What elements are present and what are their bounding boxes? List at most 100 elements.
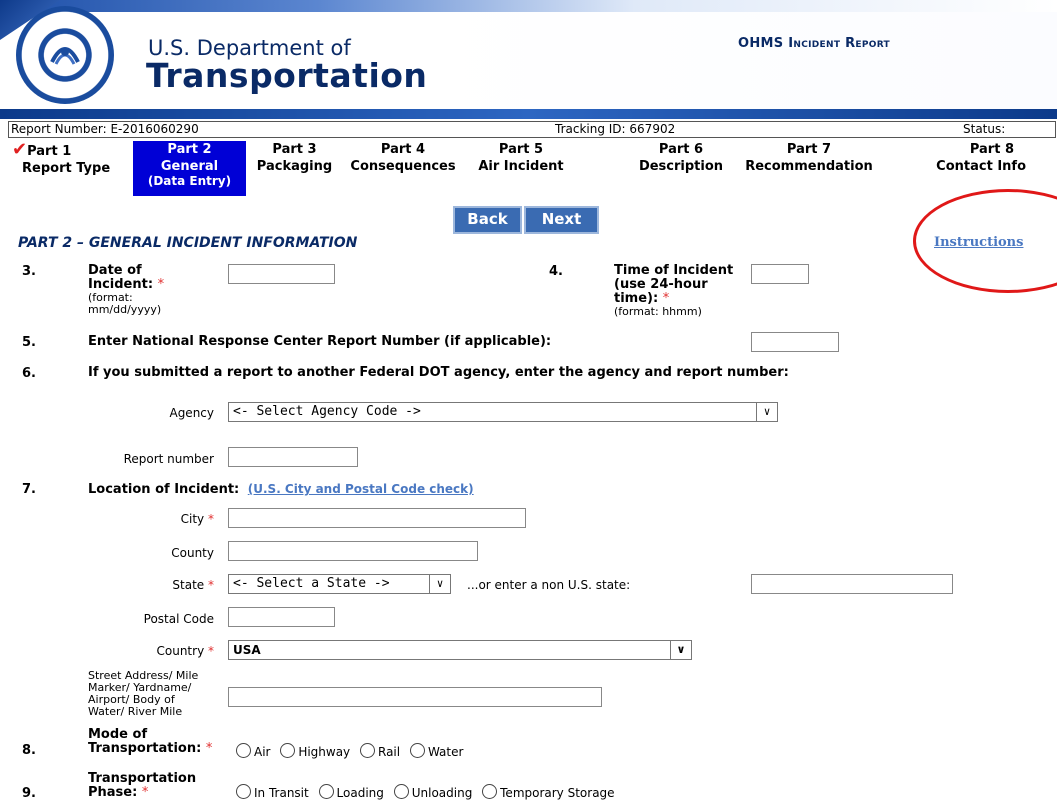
state-label: State *: [140, 578, 214, 592]
q7-label-text: Location of Incident:: [88, 482, 240, 497]
radio-water-label: Water: [427, 745, 464, 759]
radio-air[interactable]: Air: [236, 743, 270, 759]
radio-circle-icon: [236, 743, 251, 758]
tab-part-6[interactable]: Part 6 Description: [627, 141, 735, 175]
section-title: PART 2 – GENERAL INCIDENT INFORMATION: [18, 235, 358, 251]
tab-part-2-num: Part 2: [167, 142, 212, 157]
city-postal-check-link[interactable]: (U.S. City and Postal Code check): [248, 482, 474, 496]
radio-air-label: Air: [254, 745, 271, 759]
city-label-text: City: [180, 512, 205, 526]
back-button[interactable]: Back: [453, 206, 522, 234]
tab-part-8-num: Part 8: [969, 142, 1014, 157]
date-of-incident-input[interactable]: [228, 264, 335, 284]
header-bottom-bar: [0, 109, 1057, 119]
q7-number: 7.: [22, 482, 36, 497]
tab-part-2-name: General: [160, 159, 219, 174]
q3-format-line2: mm/dd/yyyy): [88, 303, 162, 316]
q9-label: Transportation Phase: *: [88, 772, 196, 800]
non-us-state-input[interactable]: [751, 574, 953, 594]
q4-label-line1: Time of Incident: [614, 263, 734, 278]
country-select-value: USA: [233, 643, 261, 657]
radio-highway-label: Highway: [298, 745, 351, 759]
q7-label: Location of Incident: (U.S. City and Pos…: [88, 482, 474, 497]
report-number: Report Number: E-2016060290: [11, 122, 199, 136]
report-info-bar: Report Number: E-2016060290 Tracking ID:…: [8, 121, 1056, 138]
seal-emblem-icon: OF TRANSPO STATES OF AMERICA: [31, 14, 99, 93]
tab-part-1[interactable]: ✔Part 1 Report Type: [10, 141, 122, 177]
state-select[interactable]: <- Select a State -> ∨: [228, 574, 451, 594]
tab-part-2-sub: (Data Entry): [147, 174, 232, 188]
radio-circle-icon: [318, 784, 334, 799]
chevron-down-icon: ∨: [670, 641, 691, 659]
tab-part-7[interactable]: Part 7 Recommendation: [741, 141, 877, 175]
radio-circle-icon: [409, 743, 425, 758]
radio-circle-icon: [393, 784, 409, 799]
q8-label: Mode of Transportation: *: [88, 728, 212, 756]
county-label: County: [171, 546, 214, 560]
street-label-line4: Water/ River Mile: [88, 705, 183, 718]
radio-unloading[interactable]: Unloading: [393, 784, 472, 800]
checkmark-icon: ✔: [12, 139, 28, 160]
q4-label-line2: (use 24-hour: [614, 277, 708, 292]
radio-in-transit-label: In Transit: [254, 786, 309, 800]
city-label: City *: [140, 512, 214, 526]
state-select-value: <- Select a State ->: [233, 576, 390, 591]
report-title: OHMS Incident Report: [738, 36, 890, 51]
agency-select[interactable]: <- Select Agency Code -> ∨: [228, 402, 778, 422]
country-select[interactable]: USA ∨: [228, 640, 692, 660]
street-address-input[interactable]: [228, 687, 602, 707]
q8-number: 8.: [22, 743, 36, 758]
part-navigation: ✔Part 1 Report Type Part 2 General (Data…: [0, 141, 1057, 197]
required-marker: *: [208, 644, 214, 658]
radio-temporary-storage-label: Temporary Storage: [500, 786, 615, 800]
page-header: OF TRANSPO STATES OF AMERICA U.S. Depart…: [0, 0, 1057, 119]
tab-part-1-name: Report Type: [22, 161, 111, 176]
radio-rail[interactable]: Rail: [360, 743, 400, 759]
tab-part-5[interactable]: Part 5 Air Incident: [470, 141, 572, 175]
radio-rail-label: Rail: [378, 745, 401, 759]
country-label: Country *: [130, 644, 215, 658]
radio-water[interactable]: Water: [409, 743, 464, 759]
tab-part-8-name: Contact Info: [936, 159, 1026, 174]
dept-name-line2: Transportation: [146, 56, 428, 95]
radio-highway[interactable]: Highway: [280, 743, 350, 759]
tab-part-3[interactable]: Part 3 Packaging: [252, 141, 337, 175]
required-marker: *: [662, 291, 670, 306]
postal-code-label: Postal Code: [143, 612, 214, 626]
report-number-input[interactable]: [228, 447, 358, 467]
postal-code-input[interactable]: [228, 607, 335, 627]
q6-label: If you submitted a report to another Fed…: [88, 365, 789, 380]
radio-in-transit[interactable]: In Transit: [236, 784, 309, 800]
time-of-incident-input[interactable]: [751, 264, 809, 284]
q5-number: 5.: [22, 335, 36, 350]
radio-circle-icon: [236, 784, 251, 799]
q4-label: Time of Incident (use 24-hour time): * (…: [614, 264, 754, 318]
tab-part-8[interactable]: Part 8 Contact Info: [878, 141, 1026, 175]
non-us-state-label: ...or enter a non U.S. state:: [467, 578, 631, 592]
tab-part-1-num: Part 1: [27, 144, 72, 159]
radio-loading[interactable]: Loading: [318, 784, 384, 800]
tab-part-7-name: Recommendation: [745, 159, 873, 174]
country-label-text: Country: [156, 644, 205, 658]
tab-part-7-num: Part 7: [786, 142, 832, 157]
tab-part-4[interactable]: Part 4 Consequences: [340, 141, 466, 175]
tracking-id: Tracking ID: 667902: [555, 122, 676, 136]
county-input[interactable]: [228, 541, 478, 561]
tab-part-6-name: Description: [638, 159, 724, 174]
dot-seal-logo: OF TRANSPO STATES OF AMERICA: [16, 6, 114, 104]
tab-part-2[interactable]: Part 2 General (Data Entry): [133, 141, 246, 196]
required-marker: *: [157, 277, 165, 292]
next-button[interactable]: Next: [524, 206, 599, 234]
agency-select-value: <- Select Agency Code ->: [233, 404, 421, 419]
required-marker: *: [205, 741, 213, 756]
tab-part-3-num: Part 3: [272, 142, 317, 157]
nrc-report-number-input[interactable]: [751, 332, 839, 352]
radio-temporary-storage[interactable]: Temporary Storage: [482, 784, 615, 800]
q9-label-line2: Phase:: [88, 785, 138, 800]
q3-number: 3.: [22, 264, 36, 279]
city-input[interactable]: [228, 508, 526, 528]
report-number-label: Report number: [123, 452, 214, 466]
q6-number: 6.: [22, 366, 36, 381]
required-marker: *: [208, 512, 214, 526]
annotation-circle: [913, 189, 1057, 293]
